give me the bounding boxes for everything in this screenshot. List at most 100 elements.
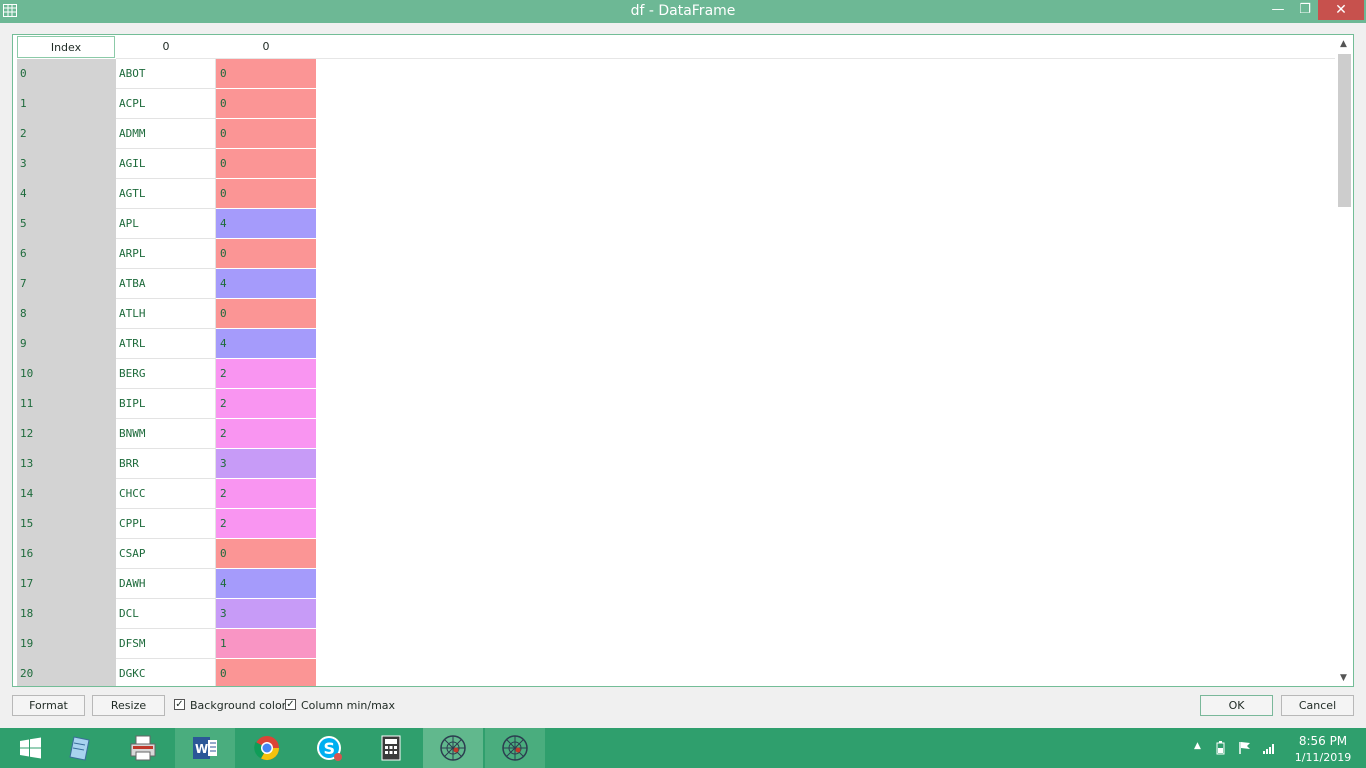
cell-cluster-value[interactable]: 2 — [216, 389, 316, 419]
row-index[interactable]: 11 — [17, 389, 116, 419]
cell-cluster-value[interactable]: 4 — [216, 209, 316, 239]
table-row[interactable]: 3 AGIL 0 — [17, 149, 316, 179]
word-icon[interactable]: W — [190, 733, 220, 763]
cancel-button[interactable]: Cancel — [1281, 695, 1354, 716]
index-header[interactable]: Index — [17, 36, 115, 58]
taskbar-app-active[interactable] — [423, 728, 483, 768]
cell-cluster-value[interactable]: 4 — [216, 329, 316, 359]
notepad-icon[interactable] — [65, 733, 95, 763]
cell-cluster-value[interactable]: 1 — [216, 629, 316, 659]
table-row[interactable]: 0 ABOT 0 — [17, 59, 316, 89]
windows-start-icon[interactable] — [15, 733, 45, 763]
maximize-button[interactable]: ❐ — [1292, 0, 1318, 20]
resize-button[interactable]: Resize — [92, 695, 165, 716]
cell-ticker[interactable]: DGKC — [116, 659, 216, 686]
cell-cluster-value[interactable]: 0 — [216, 179, 316, 209]
column-header[interactable]: 0 — [216, 36, 316, 58]
cell-ticker[interactable]: DAWH — [116, 569, 216, 599]
cell-ticker[interactable]: DFSM — [116, 629, 216, 659]
taskbar-app[interactable] — [237, 728, 297, 768]
row-index[interactable]: 19 — [17, 629, 116, 659]
table-row[interactable]: 15 CPPL 2 — [17, 509, 316, 539]
cell-ticker[interactable]: ABOT — [116, 59, 216, 89]
cell-cluster-value[interactable]: 0 — [216, 539, 316, 569]
cell-ticker[interactable]: CSAP — [116, 539, 216, 569]
power-icon[interactable] — [1214, 741, 1228, 755]
signal-icon[interactable] — [1262, 741, 1276, 755]
table-row[interactable]: 2 ADMM 0 — [17, 119, 316, 149]
cell-ticker[interactable]: ACPL — [116, 89, 216, 119]
cell-ticker[interactable]: BERG — [116, 359, 216, 389]
table-row[interactable]: 16 CSAP 0 — [17, 539, 316, 569]
taskbar-app[interactable] — [50, 728, 110, 768]
table-row[interactable]: 10 BERG 2 — [17, 359, 316, 389]
table-row[interactable]: 8 ATLH 0 — [17, 299, 316, 329]
table-row[interactable]: 5 APL 4 — [17, 209, 316, 239]
cell-cluster-value[interactable]: 3 — [216, 449, 316, 479]
spyder-icon[interactable] — [500, 733, 530, 763]
cell-cluster-value[interactable]: 4 — [216, 269, 316, 299]
taskbar-app[interactable]: W — [175, 728, 235, 768]
background-color-checkbox[interactable]: ✓ Background color — [174, 698, 286, 713]
row-index[interactable]: 6 — [17, 239, 116, 269]
cell-ticker[interactable]: DCL — [116, 599, 216, 629]
table-row[interactable]: 20 DGKC 0 — [17, 659, 316, 686]
dataframe-table[interactable]: Index 0 0 0 ABOT 0 1 ACPL 0 2 ADMM 0 3 AGIL 0 4 AGTL 0… — [12, 34, 1354, 687]
cell-cluster-value[interactable]: 0 — [216, 239, 316, 269]
row-index[interactable]: 8 — [17, 299, 116, 329]
cell-ticker[interactable]: BIPL — [116, 389, 216, 419]
row-index[interactable]: 14 — [17, 479, 116, 509]
table-row[interactable]: 11 BIPL 2 — [17, 389, 316, 419]
cell-cluster-value[interactable]: 0 — [216, 119, 316, 149]
cell-cluster-value[interactable]: 2 — [216, 419, 316, 449]
cell-ticker[interactable]: ATLH — [116, 299, 216, 329]
chevron-up-icon[interactable]: ▲ — [1194, 741, 1208, 755]
taskbar-app[interactable]: S — [299, 728, 359, 768]
row-index[interactable]: 16 — [17, 539, 116, 569]
table-row[interactable]: 14 CHCC 2 — [17, 479, 316, 509]
close-button[interactable]: ✕ — [1318, 0, 1364, 20]
cell-cluster-value[interactable]: 0 — [216, 659, 316, 686]
vertical-scrollbar[interactable]: ▲ ▼ — [1335, 36, 1352, 686]
cell-ticker[interactable]: APL — [116, 209, 216, 239]
row-index[interactable]: 0 — [17, 59, 116, 89]
cell-cluster-value[interactable]: 2 — [216, 509, 316, 539]
cell-ticker[interactable]: AGIL — [116, 149, 216, 179]
scroll-thumb[interactable] — [1338, 54, 1351, 207]
row-index[interactable]: 17 — [17, 569, 116, 599]
row-index[interactable]: 12 — [17, 419, 116, 449]
cell-ticker[interactable]: AGTL — [116, 179, 216, 209]
calculator-icon[interactable] — [376, 733, 406, 763]
row-index[interactable]: 3 — [17, 149, 116, 179]
ok-button[interactable]: OK — [1200, 695, 1273, 716]
table-row[interactable]: 18 DCL 3 — [17, 599, 316, 629]
row-index[interactable]: 15 — [17, 509, 116, 539]
printer-icon[interactable] — [128, 733, 158, 763]
table-row[interactable]: 7 ATBA 4 — [17, 269, 316, 299]
table-row[interactable]: 13 BRR 3 — [17, 449, 316, 479]
taskbar-app[interactable] — [361, 728, 421, 768]
cell-cluster-value[interactable]: 0 — [216, 59, 316, 89]
minimize-button[interactable]: — — [1264, 0, 1292, 20]
checkbox-checked-icon[interactable]: ✓ — [174, 699, 185, 710]
table-row[interactable]: 9 ATRL 4 — [17, 329, 316, 359]
row-index[interactable]: 9 — [17, 329, 116, 359]
taskbar-app[interactable] — [113, 728, 173, 768]
row-index[interactable]: 18 — [17, 599, 116, 629]
scroll-up-icon[interactable]: ▲ — [1335, 36, 1352, 53]
column-header[interactable]: 0 — [116, 36, 216, 58]
cell-cluster-value[interactable]: 0 — [216, 299, 316, 329]
spyder-icon[interactable] — [438, 733, 468, 763]
cell-cluster-value[interactable]: 3 — [216, 599, 316, 629]
clock[interactable]: 8:56 PM 1/11/2019 — [1290, 728, 1356, 768]
table-row[interactable]: 1 ACPL 0 — [17, 89, 316, 119]
cell-ticker[interactable]: CHCC — [116, 479, 216, 509]
table-row[interactable]: 12 BNWM 2 — [17, 419, 316, 449]
table-row[interactable]: 6 ARPL 0 — [17, 239, 316, 269]
row-index[interactable]: 4 — [17, 179, 116, 209]
format-button[interactable]: Format — [12, 695, 85, 716]
table-row[interactable]: 17 DAWH 4 — [17, 569, 316, 599]
cell-cluster-value[interactable]: 0 — [216, 149, 316, 179]
row-index[interactable]: 13 — [17, 449, 116, 479]
flag-icon[interactable] — [1238, 741, 1252, 755]
